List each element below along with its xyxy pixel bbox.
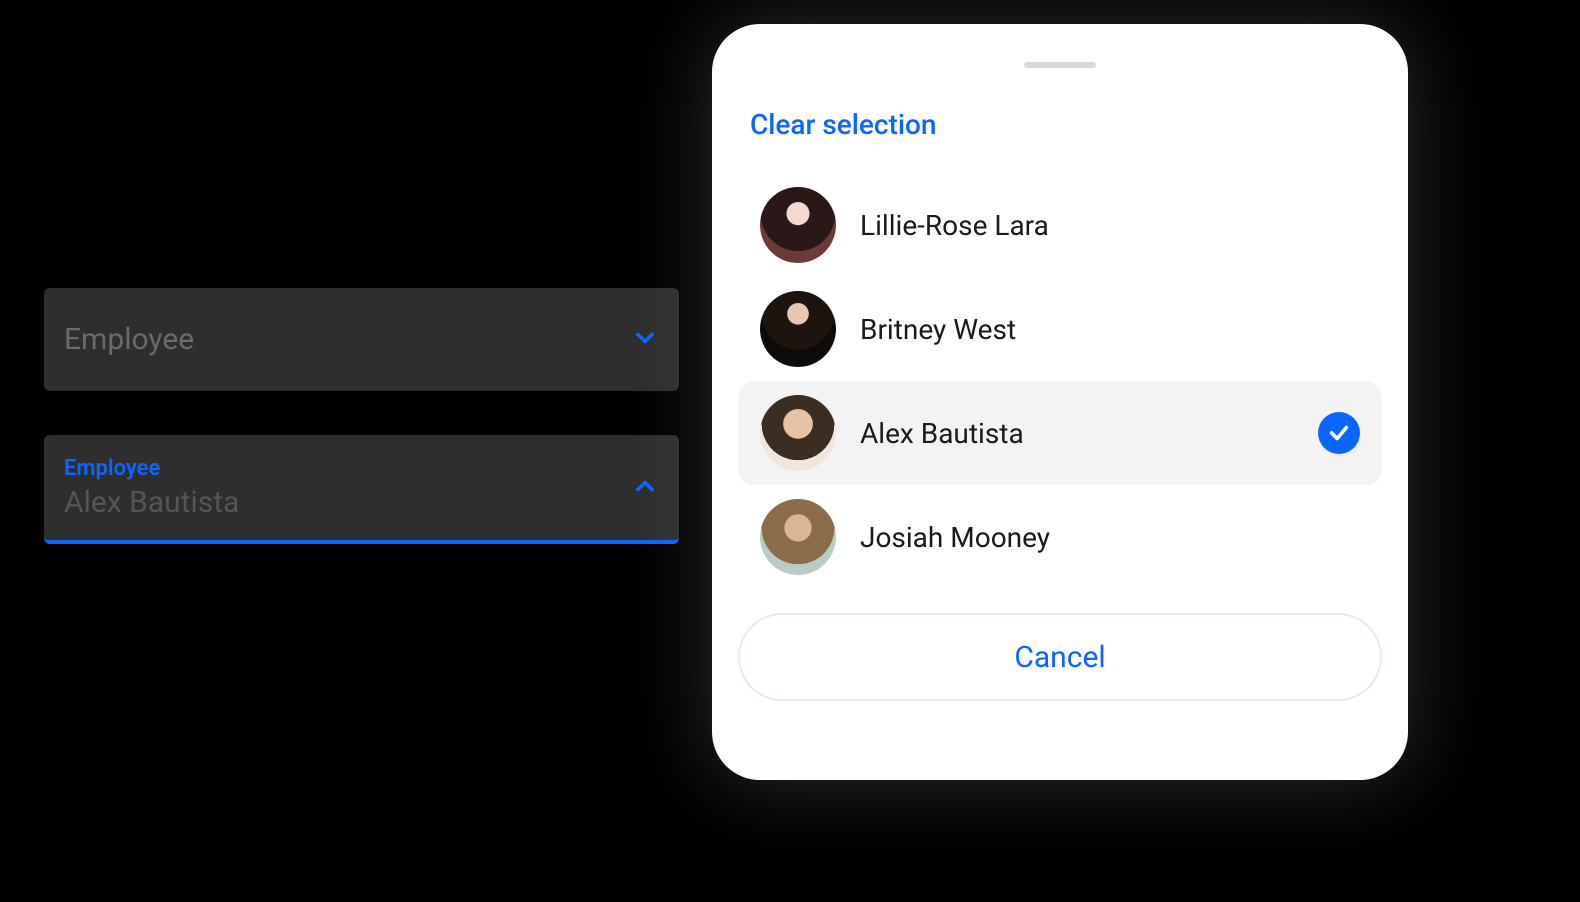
option-item[interactable]: Britney West (738, 277, 1382, 381)
option-list: Lillie-Rose Lara Britney West Alex Bauti… (738, 173, 1382, 589)
cancel-button[interactable]: Cancel (738, 613, 1382, 701)
employee-placeholder: Employee (64, 322, 194, 357)
employee-float-label: Employee (64, 456, 659, 481)
avatar-icon (760, 499, 836, 575)
avatar-icon (760, 291, 836, 367)
employee-selected-value: Alex Bautista (64, 485, 659, 520)
option-item-selected[interactable]: Alex Bautista (738, 381, 1382, 485)
employee-select-collapsed[interactable]: Employee (44, 288, 679, 391)
chevron-up-icon (631, 472, 659, 504)
clear-selection-link[interactable]: Clear selection (738, 108, 936, 141)
option-label: Josiah Mooney (860, 521, 1360, 554)
option-item[interactable]: Lillie-Rose Lara (738, 173, 1382, 277)
picker-sheet: Clear selection Lillie-Rose Lara Britney… (712, 24, 1408, 780)
avatar-icon (760, 395, 836, 471)
option-label: Lillie-Rose Lara (860, 209, 1360, 242)
option-label: Alex Bautista (860, 417, 1294, 450)
employee-select-expanded[interactable]: Employee Alex Bautista (44, 435, 679, 544)
picker-sheet-container: Clear selection Lillie-Rose Lara Britney… (700, 0, 1420, 800)
employee-dropdown-stack: Employee Employee Alex Bautista (44, 288, 679, 544)
option-item[interactable]: Josiah Mooney (738, 485, 1382, 589)
option-label: Britney West (860, 313, 1360, 346)
chevron-down-icon (631, 324, 659, 356)
sheet-grabber[interactable] (1024, 62, 1096, 68)
avatar-icon (760, 187, 836, 263)
cancel-button-label: Cancel (1014, 640, 1105, 675)
checkmark-icon (1318, 412, 1360, 454)
